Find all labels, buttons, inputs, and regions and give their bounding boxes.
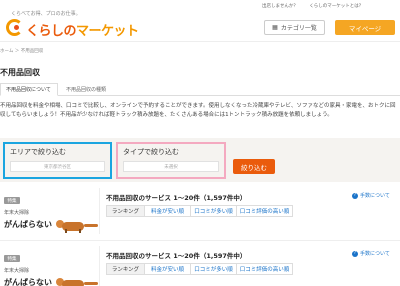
type-filter-label: タイプで絞り込む xyxy=(123,148,179,156)
sort-tabs: ランキング 料金が安い順 口コミが多い順 口コミ評価の高い順 xyxy=(106,205,293,217)
filter-submit-button[interactable]: 絞り込む xyxy=(233,159,275,174)
sort-tabs: ランキング 料金が安い順 口コミが多い順 口コミ評価の高い順 xyxy=(106,263,293,275)
sort-reviews-most[interactable]: 口コミが多い順 xyxy=(191,263,237,275)
feature-badge: 特集 xyxy=(4,197,20,204)
feature-subtitle: 年末大掃除 xyxy=(4,210,30,216)
area-filter[interactable]: エリアで絞り込む 東京都渋谷区 xyxy=(3,142,112,179)
info-icon: ? xyxy=(352,192,358,199)
sort-rating-high[interactable]: 口コミ評価の高い順 xyxy=(237,205,293,217)
fee-info-label: 手数について xyxy=(360,193,390,199)
sort-ranking[interactable]: ランキング xyxy=(106,205,145,217)
top-links: 出店しませんか？ くらしのマーケットとは？ xyxy=(262,3,373,9)
fee-info-link[interactable]: ? 手数について xyxy=(352,192,390,199)
sort-reviews-most[interactable]: 口コミが多い順 xyxy=(191,205,237,217)
dog-mascot-icon xyxy=(56,218,100,233)
fee-info-label: 手数について xyxy=(360,251,390,257)
logo-tagline: くらべてお得、プロのお仕事。 xyxy=(11,11,81,17)
sort-rating-high[interactable]: 口コミ評価の高い順 xyxy=(237,263,293,275)
logo-dot-icon xyxy=(14,25,19,30)
tab-about[interactable]: 不用品回収について xyxy=(0,83,58,96)
service-listing-section: 特集 年末大掃除 がんばらない 不用品回収のサービス 1～20件（1,597件中… xyxy=(0,246,400,286)
info-icon: ? xyxy=(352,250,358,257)
page-title: 不用品回収 xyxy=(0,68,40,77)
sort-price-low[interactable]: 料金が安い順 xyxy=(145,205,191,217)
type-select[interactable]: 未選択 xyxy=(123,161,219,172)
feature-card[interactable]: 特集 年末大掃除 がんばらない xyxy=(0,246,100,286)
feature-badge: 特集 xyxy=(4,255,20,262)
grid-icon: ▦ xyxy=(272,24,278,31)
site-logo[interactable]: くらしのマーケット xyxy=(6,17,139,39)
sort-price-low[interactable]: 料金が安い順 xyxy=(145,263,191,275)
service-count: 不用品回収のサービス 1～20件（1,597件中） xyxy=(106,194,247,202)
type-filter[interactable]: タイプで絞り込む 未選択 xyxy=(116,142,226,179)
feature-title: がんばらない xyxy=(4,220,52,229)
feature-subtitle: 年末大掃除 xyxy=(4,268,30,274)
dog-mascot-icon xyxy=(56,276,100,286)
fee-info-link[interactable]: ? 手数について xyxy=(352,250,390,257)
intro-text: 不用品回収を料金や相場、口コミで比較し、オンラインで予約することができます。使用… xyxy=(0,103,396,118)
feature-card[interactable]: 特集 年末大掃除 がんばらない xyxy=(0,188,100,234)
section-divider xyxy=(0,240,400,241)
feature-title: がんばらない xyxy=(4,278,52,286)
top-link-open-shop[interactable]: 出店しませんか？ xyxy=(262,4,298,9)
category-button-label: カテゴリ一覧 xyxy=(280,25,317,32)
sort-ranking[interactable]: ランキング xyxy=(106,263,145,275)
logo-text: くらしのマーケット xyxy=(26,24,139,39)
mypage-button[interactable]: マイページ xyxy=(335,20,395,35)
tab-types[interactable]: 不用品回収の種類 xyxy=(61,83,111,96)
site-header: くらべてお得、プロのお仕事。 くらしのマーケット 出店しませんか？ くらしのマー… xyxy=(0,0,400,42)
service-listing-section: 特集 年末大掃除 がんばらない 不用品回収のサービス 1～20件（1,597件中… xyxy=(0,188,400,238)
service-count: 不用品回収のサービス 1～20件（1,597件中） xyxy=(106,252,247,260)
breadcrumb[interactable]: ホーム ＞ 不用品回収 xyxy=(0,48,43,54)
area-select[interactable]: 東京都渋谷区 xyxy=(10,161,105,172)
top-link-about[interactable]: くらしのマーケットとは？ xyxy=(309,4,363,9)
content-tabs: 不用品回収について 不用品回収の種類 xyxy=(0,83,400,96)
category-list-button[interactable]: ▦ カテゴリ一覧 xyxy=(264,20,325,35)
area-filter-label: エリアで絞り込む xyxy=(10,148,66,156)
